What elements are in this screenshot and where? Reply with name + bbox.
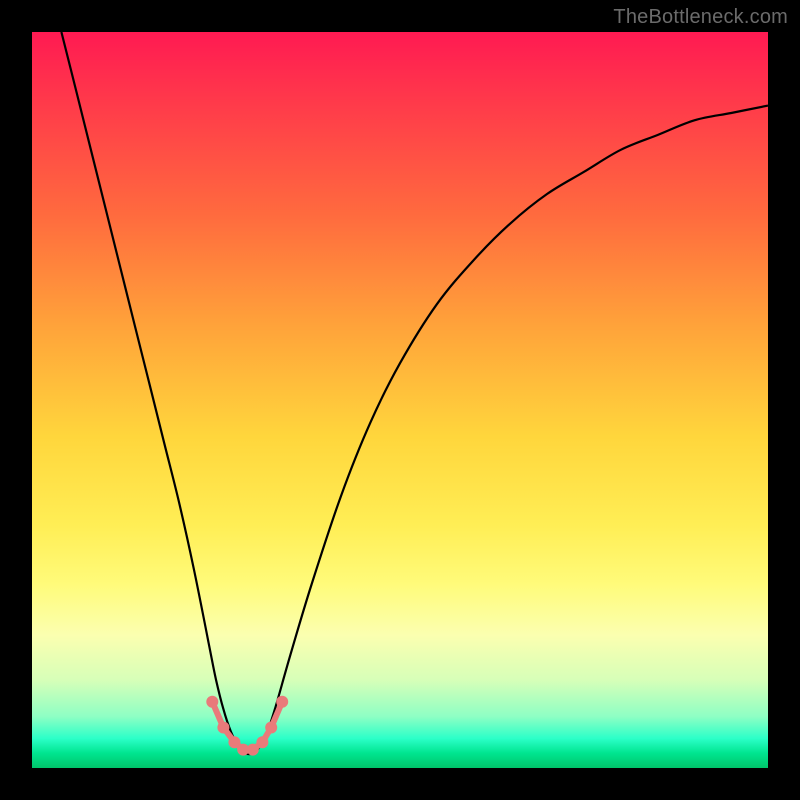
highlight-dot — [206, 696, 218, 708]
chart-svg — [32, 32, 768, 768]
watermark-text: TheBottleneck.com — [613, 6, 788, 29]
chart-gradient-area — [32, 32, 768, 768]
bottleneck-curve-path — [61, 32, 768, 754]
highlight-dot — [247, 744, 259, 756]
highlight-dot — [276, 696, 288, 708]
highlight-dot — [256, 736, 268, 748]
highlight-dot — [265, 722, 277, 734]
highlight-dot — [217, 722, 229, 734]
